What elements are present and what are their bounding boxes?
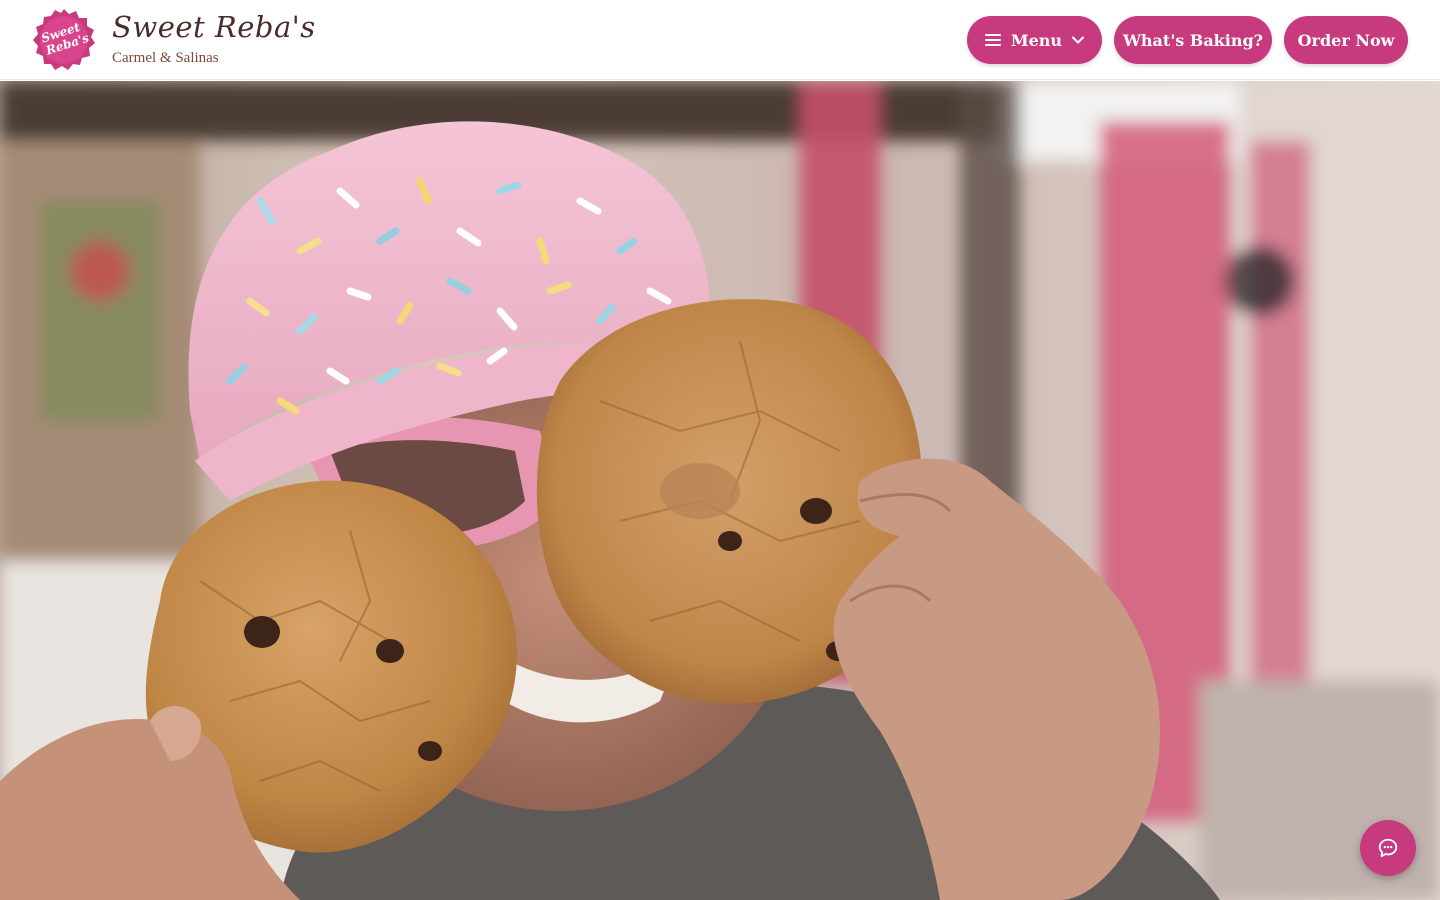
chat-bubble-icon (1378, 838, 1398, 858)
chat-button[interactable] (1360, 820, 1416, 876)
logo-badge[interactable]: Sweet Reba's (32, 8, 96, 72)
hamburger-icon (985, 34, 1001, 46)
menu-button[interactable]: Menu (967, 16, 1102, 64)
logo-icon: Sweet Reba's (33, 9, 95, 70)
hero-photo (0, 81, 1440, 900)
chevron-down-icon (1072, 36, 1084, 44)
order-now-button[interactable]: Order Now (1284, 16, 1408, 64)
site-header: Sweet Reba's Sweet Reba's Carmel & Salin… (0, 0, 1440, 80)
brand-subtitle: Carmel & Salinas (112, 50, 219, 66)
hero-image (0, 81, 1440, 900)
whats-baking-button[interactable]: What's Baking? (1114, 16, 1272, 64)
menu-button-label: Menu (1010, 30, 1063, 50)
brand-name[interactable]: Sweet Reba's (112, 10, 316, 44)
